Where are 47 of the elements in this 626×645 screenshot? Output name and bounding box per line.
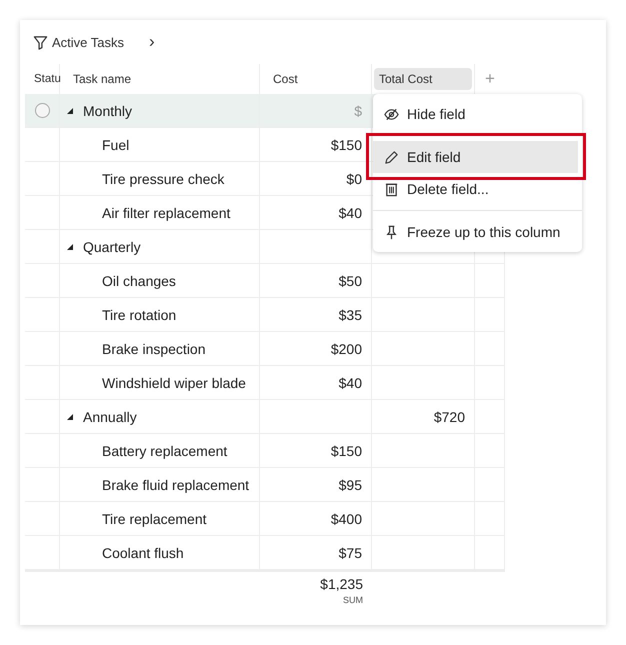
sum-label: SUM [343, 595, 363, 605]
cost-field[interactable]: $ [260, 94, 372, 128]
cost-value: $400 [330, 510, 362, 526]
menu-item[interactable]: Freeze up to this column [373, 216, 582, 248]
group-name: Monthly [83, 102, 132, 118]
cost-value: $50 [338, 272, 362, 288]
task-name: Fuel [102, 136, 130, 152]
cost-value: $35 [338, 306, 362, 322]
trash-icon [384, 182, 399, 196]
column-header[interactable]: Task name [68, 68, 136, 90]
cost-value: $40 [338, 204, 362, 220]
caret-icon[interactable] [67, 244, 73, 250]
task-name: Oil changes [102, 272, 176, 288]
task-name: Tire pressure check [102, 170, 224, 186]
menu-item[interactable]: Hide field [373, 98, 582, 130]
task-name: Battery replacement [102, 442, 228, 458]
group-total: $720 [434, 408, 465, 424]
sum-value: $1,235 [320, 576, 363, 592]
task-name: Brake inspection [102, 340, 206, 356]
task-name: Tire rotation [102, 306, 176, 322]
view-name[interactable]: Active Tasks [52, 34, 124, 50]
task-name: Brake fluid replacement [102, 476, 250, 492]
menu-item[interactable]: Edit field [373, 141, 578, 173]
pencil-icon [384, 150, 399, 164]
cost-value: $40 [338, 374, 362, 390]
cost-value: $0 [346, 170, 362, 186]
filter-icon[interactable] [33, 34, 48, 50]
column-header[interactable]: Total Cost [374, 68, 472, 90]
task-name: Coolant flush [102, 544, 184, 560]
column-header[interactable]: Statu [29, 69, 66, 89]
column-header[interactable]: Cost [268, 68, 303, 90]
pin-icon [384, 224, 399, 240]
group-name: Quarterly [83, 238, 141, 254]
menu-item[interactable]: Delete field... [373, 173, 582, 205]
cost-value: $200 [330, 340, 362, 356]
task-name: Air filter replacement [102, 204, 230, 220]
caret-icon[interactable] [67, 414, 73, 420]
group-name: Annually [83, 408, 137, 424]
chevron-button[interactable]: › [146, 32, 158, 52]
cost-value: $150 [330, 442, 362, 458]
cost-value: $95 [338, 476, 362, 492]
cost-value: $150 [330, 136, 362, 152]
cost-value: $75 [338, 544, 362, 560]
caret-icon[interactable] [67, 108, 73, 114]
task-name: Windshield wiper blade [102, 374, 246, 390]
task-name: Tire replacement [102, 510, 207, 526]
crossed-eye-icon [384, 106, 399, 122]
